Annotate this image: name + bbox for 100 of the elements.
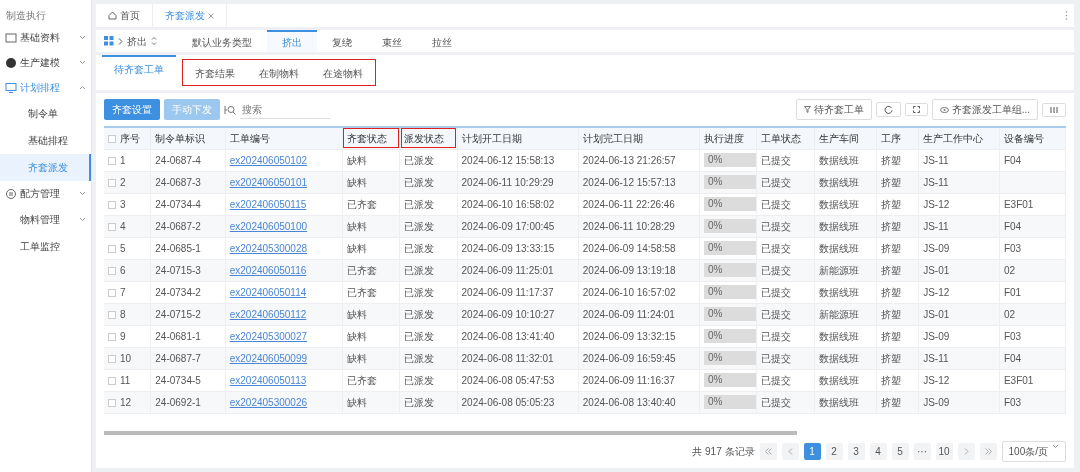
process-tab[interactable]: 复绕 — [317, 30, 367, 52]
sidebar-item[interactable]: 制令单 — [0, 100, 91, 127]
page-button[interactable]: ··· — [913, 443, 931, 460]
table-cell: 2024-06-09 11:24:01 — [582, 308, 675, 320]
table-cell: 24-0681-1 — [155, 330, 201, 342]
table-cell: 已提交 — [761, 352, 792, 364]
filter-button[interactable]: 待齐套工单 — [795, 99, 872, 120]
process-tab[interactable]: 束丝 — [367, 30, 417, 52]
table-cell: F04 — [1003, 154, 1022, 166]
table-cell: F03 — [1003, 330, 1022, 342]
table-cell: 02 — [1003, 308, 1016, 320]
process-tab[interactable]: 拉丝 — [417, 30, 467, 52]
table-cell: 数据线班 — [818, 176, 859, 188]
table-cell: 已派发 — [404, 396, 435, 408]
table-cell: 数据线班 — [818, 286, 859, 298]
table-cell: 已提交 — [761, 220, 792, 232]
table-cell: 已派发 — [404, 220, 435, 232]
table-cell: 已派发 — [404, 176, 435, 188]
table-cell: 挤塑 — [880, 176, 901, 188]
table-cell: 24-0687-3 — [155, 176, 201, 188]
work-order-link[interactable]: ex202406050102 — [229, 154, 308, 166]
table-cell: 挤塑 — [880, 286, 901, 298]
table-cell: 2024-06-09 11:16:37 — [582, 374, 675, 386]
table-cell: E3F01 — [1003, 198, 1034, 210]
sidebar-item[interactable]: 计划排程 — [0, 75, 91, 100]
sub-tab[interactable]: 在途物料 — [311, 60, 375, 85]
table-cell: 2024-06-09 13:32:15 — [582, 330, 676, 342]
page-button[interactable]: 3 — [847, 443, 865, 460]
process-tab[interactable]: 默认业务类型 — [177, 30, 267, 52]
table-cell: 已齐套 — [346, 286, 377, 298]
sidebar-item[interactable]: 工单监控 — [0, 233, 91, 260]
table-cell: 数据线班 — [818, 396, 859, 408]
table-cell: JS-12 — [923, 374, 950, 386]
work-order-link[interactable]: ex202406050114 — [229, 286, 307, 298]
table-cell: F01 — [1003, 286, 1022, 298]
table-cell: 2024-06-08 11:32:01 — [461, 352, 554, 364]
column-header: 工单编号 — [225, 127, 343, 149]
table-cell: 已齐套 — [346, 264, 377, 276]
page-button[interactable]: 2 — [825, 443, 843, 460]
table-cell: 已齐套 — [346, 374, 377, 386]
progress-label: 0% — [708, 330, 723, 342]
process-selector[interactable]: 挤出 — [104, 30, 177, 52]
table-cell: 数据线班 — [818, 220, 859, 232]
view-button[interactable]: 齐套派发工单组... — [931, 99, 1038, 120]
page-button[interactable]: 4 — [869, 443, 887, 460]
table-cell: 数据线班 — [818, 352, 859, 364]
page-button[interactable]: 10 — [935, 443, 953, 460]
table-cell: 缺料 — [346, 330, 367, 342]
column-header: 工单状态 — [757, 127, 815, 149]
sidebar-item[interactable]: 生产建模 — [0, 50, 91, 75]
table-cell: 已提交 — [761, 154, 792, 166]
table-cell: 已派发 — [404, 374, 435, 386]
work-order-link[interactable]: ex202405300028 — [229, 242, 308, 254]
progress-label: 0% — [708, 176, 723, 188]
sub-tab[interactable]: 待齐套工单 — [102, 55, 176, 90]
page-button[interactable]: 5 — [891, 443, 909, 460]
work-order-link[interactable]: ex202406050113 — [229, 374, 307, 386]
sidebar-item[interactable]: 基础排程 — [0, 127, 91, 154]
page-tab[interactable]: 首页 — [96, 4, 153, 27]
table-cell: 已提交 — [761, 264, 792, 276]
table-cell: 8 — [120, 308, 126, 320]
column-header: 设备编号 — [999, 127, 1066, 149]
table-cell: 24-0734-5 — [155, 374, 201, 386]
table-cell: 数据线班 — [818, 242, 859, 254]
table-cell: JS-12 — [923, 198, 950, 210]
table-cell: 缺料 — [346, 352, 367, 364]
work-order-link[interactable]: ex202406050115 — [229, 198, 307, 210]
table-cell: 缺料 — [346, 308, 367, 320]
sidebar-item[interactable]: 基础资料 — [0, 25, 91, 50]
table-cell: 已提交 — [761, 330, 792, 342]
table-cell: 已齐套 — [346, 198, 377, 210]
table-cell: 缺料 — [346, 242, 367, 254]
table-cell: 2 — [120, 176, 126, 188]
page-size-select[interactable]: 100条/页 — [1001, 441, 1066, 462]
work-order-link[interactable]: ex202405300027 — [229, 330, 308, 342]
sidebar-item[interactable]: 物料管理 — [0, 206, 91, 233]
table-cell: JS-11 — [923, 154, 949, 166]
sub-tab[interactable]: 在制物料 — [247, 60, 311, 85]
table-cell: 新能源班 — [818, 264, 859, 276]
progress-label: 0% — [708, 242, 723, 254]
table-cell: 2024-06-12 15:57:13 — [582, 176, 676, 188]
record-count: 共 917 条记录 — [692, 445, 755, 459]
table-cell: 4 — [120, 220, 126, 232]
table-cell: 2024-06-11 22:26:46 — [582, 198, 675, 210]
sub-tab[interactable]: 齐套结果 — [183, 60, 247, 85]
table-cell: 挤塑 — [880, 352, 901, 364]
table-cell: 已提交 — [761, 176, 792, 188]
table-cell: 1 — [120, 154, 126, 166]
sidebar-item[interactable]: 配方管理 — [0, 181, 91, 206]
table-cell: 24-0734-4 — [155, 198, 201, 210]
table-cell: 数据线班 — [818, 330, 859, 342]
column-header: 制令单标识 — [150, 127, 226, 149]
table-cell: 已派发 — [404, 264, 435, 276]
table-cell: 缺料 — [346, 154, 367, 166]
page-tab[interactable]: 齐套派发 — [153, 4, 227, 27]
table-cell: 挤塑 — [880, 374, 901, 386]
table-cell: 2024-06-08 13:41:40 — [461, 330, 555, 342]
table-cell: 11 — [120, 374, 131, 386]
table-cell: 24-0687-2 — [155, 220, 201, 232]
progress-label: 0% — [708, 396, 723, 408]
